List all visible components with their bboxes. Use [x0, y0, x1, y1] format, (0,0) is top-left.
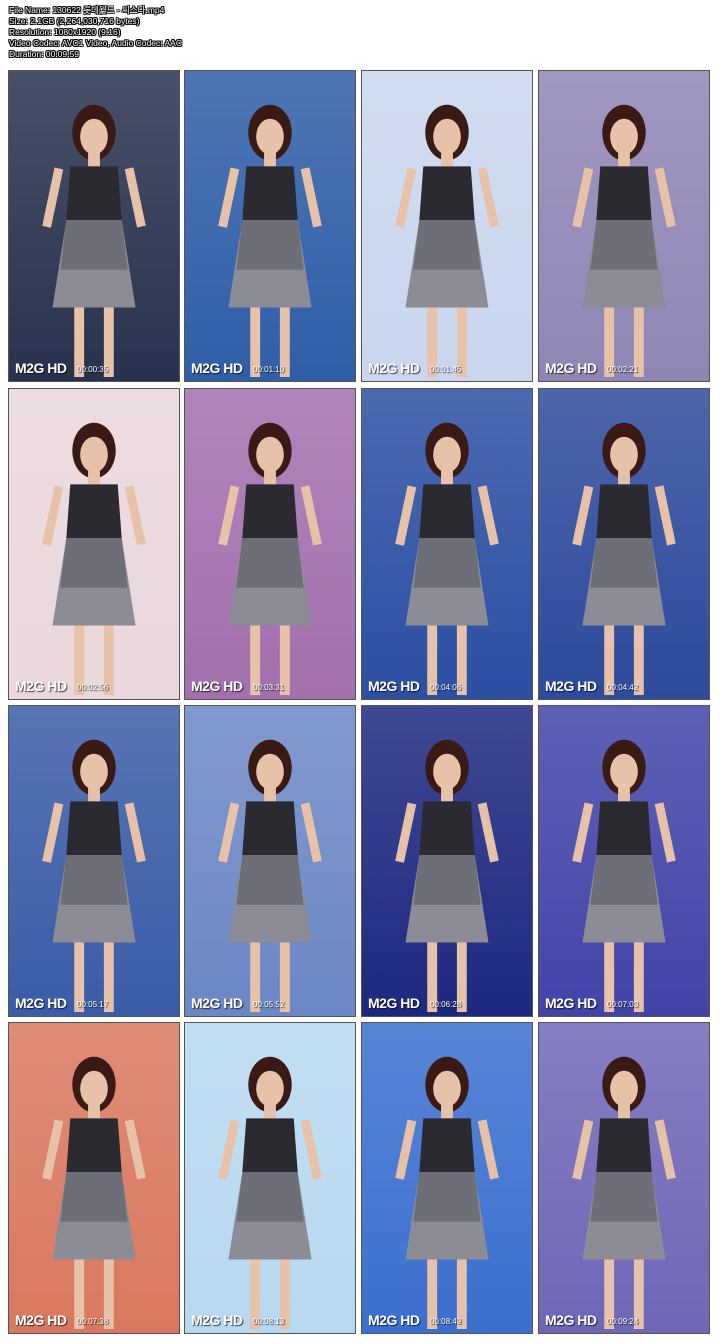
watermark-logo: M2G HD: [191, 360, 243, 376]
watermark-logo: M2G HD: [15, 360, 67, 376]
watermark-logo: M2G HD: [545, 995, 597, 1011]
video-frame: [185, 71, 355, 381]
timestamp: 00:01:10: [253, 365, 285, 374]
timestamp: 00:09:24: [607, 1317, 639, 1326]
timestamp: 00:01:45: [430, 365, 462, 374]
video-frame: [9, 389, 179, 699]
video-thumbnail[interactable]: M2G HD 00:01:45: [361, 70, 533, 382]
timestamp: 00:07:03: [607, 1000, 639, 1009]
video-frame: [362, 71, 532, 381]
timestamp: 00:06:28: [430, 1000, 462, 1009]
video-thumbnail[interactable]: M2G HD 00:02:56: [8, 388, 180, 700]
video-frame: [9, 1023, 179, 1333]
video-thumbnail[interactable]: M2G HD 00:06:28: [361, 705, 533, 1017]
video-thumbnail[interactable]: M2G HD 00:05:52: [184, 705, 356, 1017]
watermark-logo: M2G HD: [368, 995, 420, 1011]
timestamp: 00:04:42: [607, 683, 639, 692]
timestamp: 00:03:31: [253, 683, 285, 692]
timestamp: 00:02:56: [77, 683, 109, 692]
video-thumbnail[interactable]: M2G HD 00:05:17: [8, 705, 180, 1017]
video-frame: [185, 389, 355, 699]
video-thumbnail[interactable]: M2G HD 00:01:10: [184, 70, 356, 382]
timestamp: 00:08:49: [430, 1317, 462, 1326]
watermark-logo: M2G HD: [15, 678, 67, 694]
video-thumbnail[interactable]: M2G HD 00:04:42: [538, 388, 710, 700]
video-thumbnail[interactable]: M2G HD 00:07:03: [538, 705, 710, 1017]
watermark-logo: M2G HD: [368, 360, 420, 376]
watermark-logo: M2G HD: [15, 995, 67, 1011]
watermark-logo: M2G HD: [545, 360, 597, 376]
video-frame: [9, 71, 179, 381]
video-thumbnail[interactable]: M2G HD 00:04:06: [361, 388, 533, 700]
timestamp: 00:05:52: [253, 1000, 285, 1009]
timestamp: 00:02:21: [607, 365, 639, 374]
video-frame: [362, 389, 532, 699]
timestamp: 00:07:38: [77, 1317, 109, 1326]
video-thumbnail[interactable]: M2G HD 00:07:38: [8, 1022, 180, 1334]
video-thumbnail[interactable]: M2G HD 00:03:31: [184, 388, 356, 700]
watermark-logo: M2G HD: [368, 678, 420, 694]
video-thumbnail[interactable]: M2G HD 00:08:13: [184, 1022, 356, 1334]
watermark-logo: M2G HD: [191, 1312, 243, 1328]
watermark-logo: M2G HD: [368, 1312, 420, 1328]
timestamp: 00:00:35: [77, 365, 109, 374]
video-frame: [539, 706, 709, 1016]
video-frame: [9, 706, 179, 1016]
video-thumbnail[interactable]: M2G HD 00:08:49: [361, 1022, 533, 1334]
video-frame: [185, 706, 355, 1016]
video-thumbnail[interactable]: M2G HD 00:09:24: [538, 1022, 710, 1334]
watermark-logo: M2G HD: [191, 995, 243, 1011]
video-thumbnail[interactable]: M2G HD 00:00:35: [8, 70, 180, 382]
watermark-logo: M2G HD: [545, 1312, 597, 1328]
watermark-logo: M2G HD: [191, 678, 243, 694]
watermark-logo: M2G HD: [545, 678, 597, 694]
timestamp: 00:05:17: [77, 1000, 109, 1009]
video-frame: [185, 1023, 355, 1333]
video-frame: [362, 706, 532, 1016]
video-frame: [539, 1023, 709, 1333]
video-frame: [362, 1023, 532, 1333]
video-frame: [539, 71, 709, 381]
thumbnail-grid: M2G HD 00:00:35 M2G HD 00:01:10 M2G HD 00:01:…: [0, 0, 720, 1344]
timestamp: 00:04:06: [430, 683, 462, 692]
video-frame: [539, 389, 709, 699]
watermark-logo: M2G HD: [15, 1312, 67, 1328]
timestamp: 00:08:13: [253, 1317, 285, 1326]
video-thumbnail[interactable]: M2G HD 00:02:21: [538, 70, 710, 382]
